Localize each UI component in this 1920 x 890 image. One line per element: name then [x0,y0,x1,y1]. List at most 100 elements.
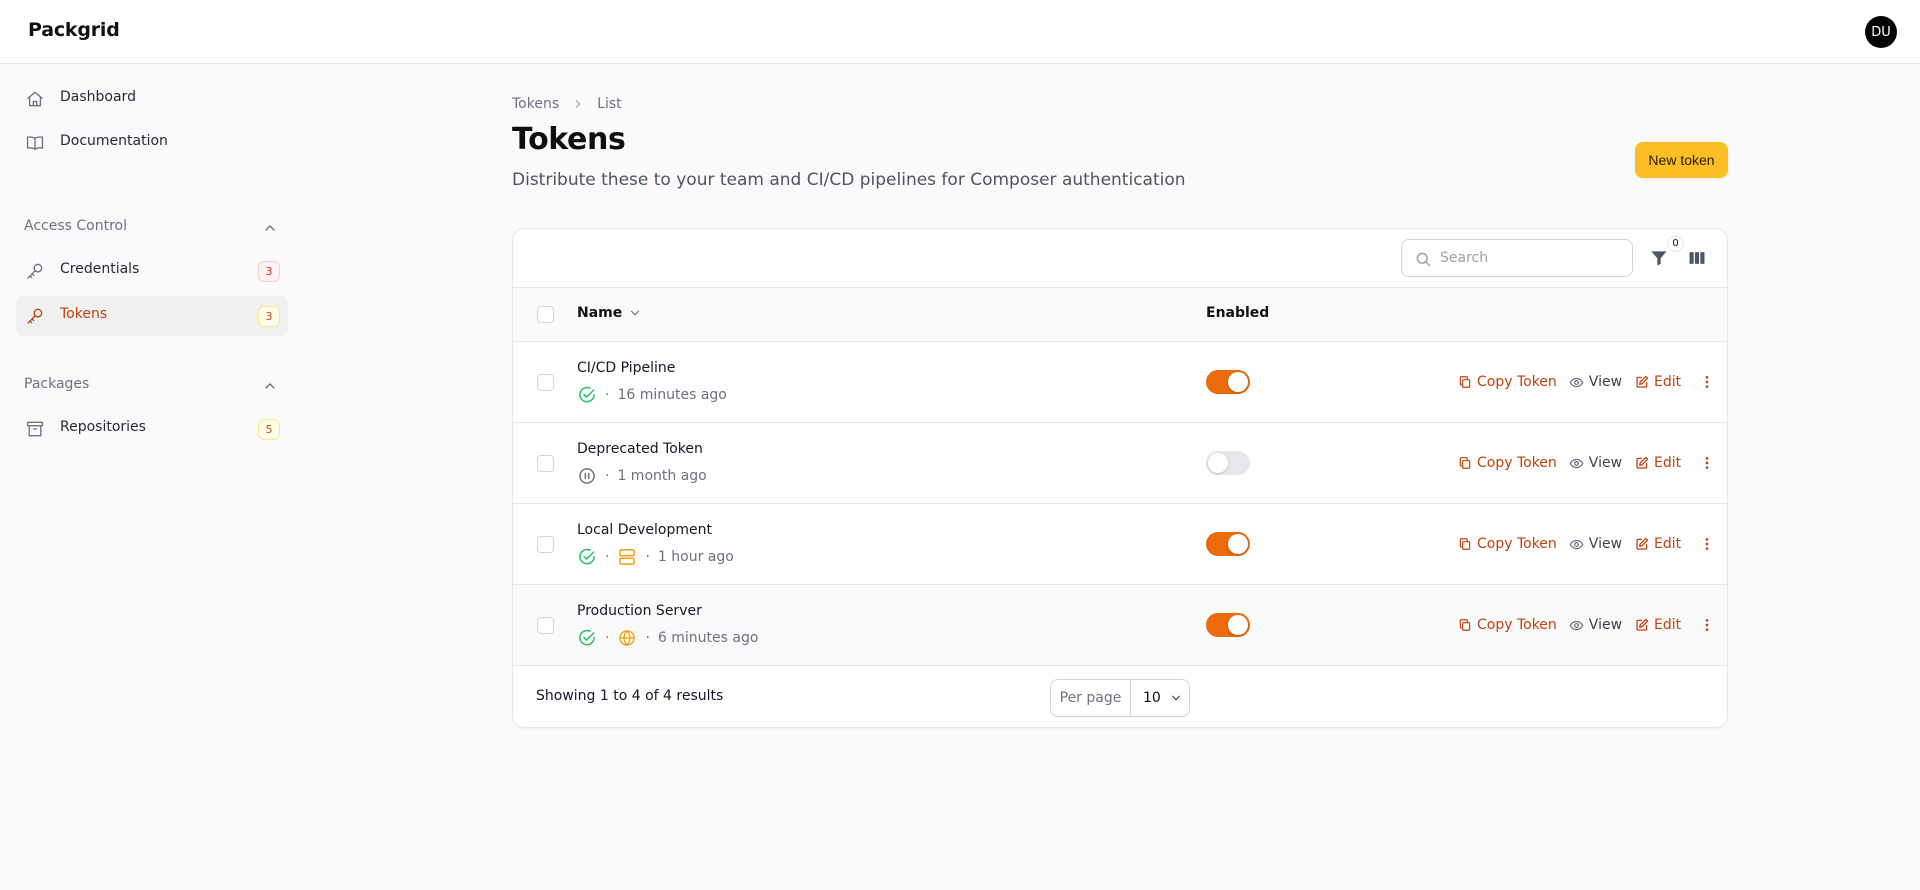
edit-button[interactable]: Edit [1634,374,1681,390]
edit-icon [1634,374,1650,390]
view-button[interactable]: View [1569,617,1622,633]
sidebar-item-label: Dashboard [60,89,136,105]
table-row: Deprecated Token · 1 month ago Copy Toke… [513,423,1727,504]
enabled-toggle[interactable] [1206,613,1250,637]
edit-button[interactable]: Edit [1634,455,1681,471]
toggle-knob [1228,372,1248,392]
results-summary: Showing 1 to 4 of 4 results [536,688,724,704]
search-icon [1414,250,1432,268]
copy-token-label: Copy Token [1477,374,1557,390]
row-checkbox[interactable] [537,374,554,391]
enabled-toggle[interactable] [1206,532,1250,556]
check-circle-icon [577,628,597,648]
globe-icon [617,628,637,648]
separator: · [605,468,610,484]
page-title: Tokens [512,122,626,157]
column-header-name[interactable]: Name [577,305,642,321]
copy-token-button[interactable]: Copy Token [1457,536,1557,552]
view-label: View [1588,617,1623,633]
copy-icon [1457,536,1473,552]
table-toolbar: 0 [513,229,1727,288]
copy-token-button[interactable]: Copy Token [1457,617,1557,633]
search-input[interactable] [1440,240,1625,276]
count-badge: 5 [258,419,280,440]
row-checkbox[interactable] [537,536,554,553]
new-token-button[interactable]: New token [1635,142,1728,178]
separator: · [645,630,650,646]
separator: · [605,387,610,403]
view-label: View [1588,374,1623,390]
token-meta: · 16 minutes ago [577,385,727,405]
search-box [1401,239,1633,277]
copy-token-label: Copy Token [1477,455,1557,471]
breadcrumb-link-tokens[interactable]: Tokens [512,96,559,112]
copy-token-button[interactable]: Copy Token [1457,455,1557,471]
edit-button[interactable]: Edit [1634,617,1681,633]
select-all-checkbox[interactable] [537,306,554,323]
sidebar-item-tokens[interactable]: Tokens 3 [16,296,288,336]
group-title-packages: Packages [24,376,90,392]
token-name: Production Server [577,603,702,619]
view-button[interactable]: View [1569,536,1622,552]
copy-icon [1457,617,1473,633]
chevron-down-icon [1169,691,1183,705]
chevron-up-icon[interactable] [262,220,278,236]
brand-logo[interactable]: Packgrid [28,19,120,41]
token-time: 1 hour ago [657,549,734,565]
per-page-value: 10 [1143,690,1161,706]
view-label: View [1588,455,1623,471]
chevron-down-icon [628,306,642,320]
server-icon [617,547,637,567]
table-row: CI/CD Pipeline · 16 minutes ago Copy Tok… [513,342,1727,423]
edit-label: Edit [1654,617,1682,633]
more-options-icon[interactable] [1697,453,1717,473]
chevron-up-icon[interactable] [262,378,278,394]
user-avatar[interactable]: DU [1865,16,1897,48]
toggle-knob [1208,453,1228,473]
count-badge: 3 [258,306,280,327]
book-icon [24,132,46,154]
eye-icon [1569,455,1585,471]
view-button[interactable]: View [1569,455,1622,471]
token-time: 6 minutes ago [657,630,759,646]
archive-icon [24,418,46,440]
view-button[interactable]: View [1569,374,1622,390]
breadcrumb-current: List [597,96,622,112]
column-header-enabled: Enabled [1206,305,1270,321]
columns-icon[interactable] [1685,246,1709,270]
breadcrumb: Tokens List [512,96,622,112]
key-icon [24,260,46,282]
eye-icon [1569,536,1585,552]
check-circle-icon [577,385,597,405]
per-page-control: Per page 10 [1050,679,1190,717]
token-time: 1 month ago [617,468,707,484]
more-options-icon[interactable] [1697,372,1717,392]
edit-button[interactable]: Edit [1634,536,1681,552]
key-icon [24,305,46,327]
more-options-icon[interactable] [1697,615,1717,635]
sidebar-item-repositories[interactable]: Repositories 5 [16,409,288,449]
row-actions: Copy Token View Edit [1457,532,1717,556]
tokens-table: 0 Name Enabled CI/CD Pipeline · 16 minut… [512,228,1728,728]
sidebar-item-documentation[interactable]: Documentation [16,123,288,163]
eye-icon [1569,374,1585,390]
copy-icon [1457,374,1473,390]
separator: · [645,549,650,565]
table-row: Production Server · · 6 minutes ago Copy… [513,585,1727,666]
sidebar-item-dashboard[interactable]: Dashboard [16,79,288,119]
filter-icon[interactable] [1647,246,1671,270]
enabled-toggle[interactable] [1206,451,1250,475]
copy-token-button[interactable]: Copy Token [1457,374,1557,390]
row-checkbox[interactable] [537,455,554,472]
row-checkbox[interactable] [537,617,554,634]
column-header-label: Name [577,305,623,321]
more-options-icon[interactable] [1697,534,1717,554]
enabled-toggle[interactable] [1206,370,1250,394]
sidebar-item-credentials[interactable]: Credentials 3 [16,251,288,291]
top-bar: Packgrid DU [0,0,1920,64]
per-page-select[interactable]: 10 [1131,680,1189,716]
edit-icon [1634,455,1650,471]
edit-icon [1634,536,1650,552]
copy-token-label: Copy Token [1477,536,1557,552]
token-name: Local Development [577,522,712,538]
